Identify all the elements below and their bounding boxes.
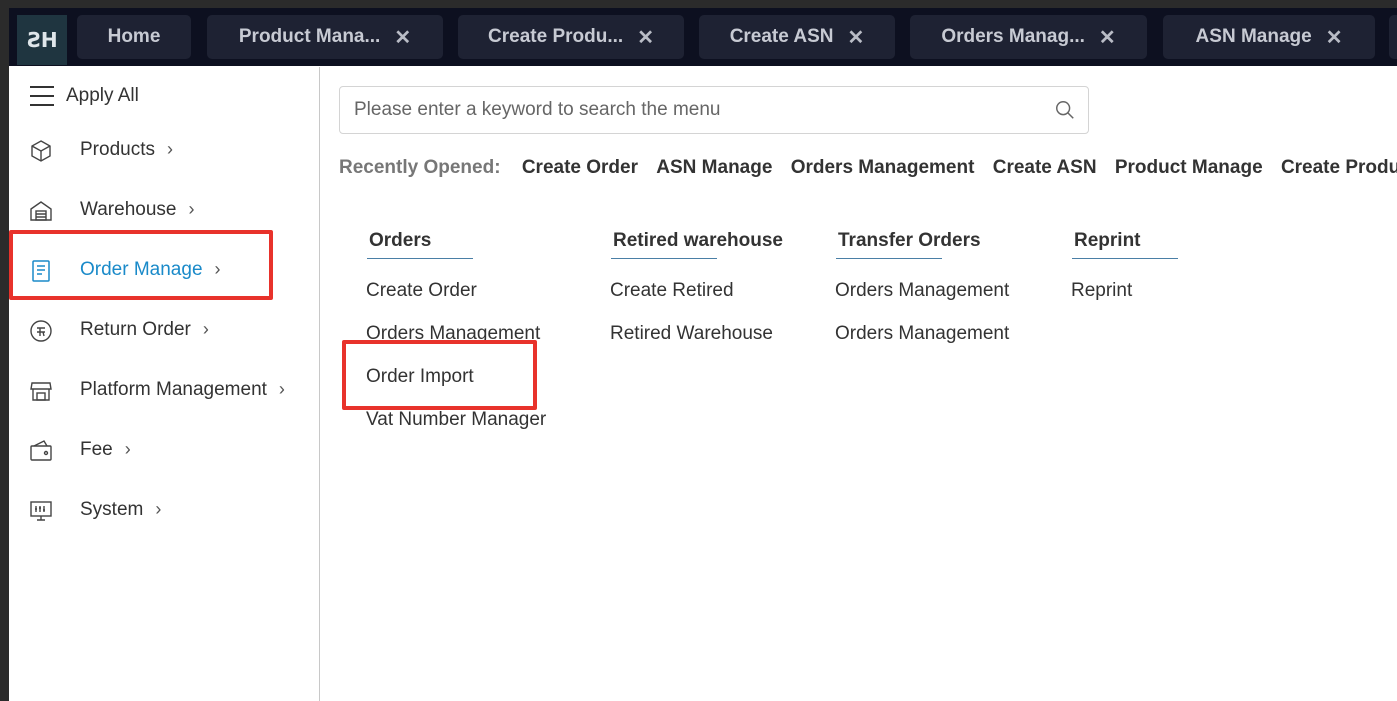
recent-link[interactable]: Orders Management	[791, 157, 975, 178]
tab-create-product[interactable]: Create Produ... ✕	[458, 15, 684, 59]
menu-group-reprint-title: Reprint	[1074, 230, 1141, 251]
sidebar-item-return-order[interactable]: Return Order ›	[9, 311, 319, 351]
menu-search-input[interactable]	[352, 87, 1036, 133]
close-icon[interactable]: ✕	[394, 25, 411, 50]
divider	[836, 258, 942, 259]
chevron-right-icon: ›	[166, 139, 173, 159]
store-icon	[30, 382, 52, 401]
sidebar-item-label: Warehouse	[80, 199, 177, 220]
menu-group-orders-title: Orders	[369, 230, 432, 251]
sidebar-item-label: Products	[80, 139, 155, 160]
close-icon[interactable]: ✕	[637, 25, 654, 50]
tab-label: Create ASN	[729, 26, 834, 47]
menu-link-reprint[interactable]: Reprint	[1071, 280, 1132, 302]
close-icon[interactable]: ✕	[1326, 25, 1343, 50]
menu-link-create-retired[interactable]: Create Retired	[610, 280, 734, 302]
warehouse-icon	[30, 201, 52, 221]
tab-overflow[interactable]	[1389, 15, 1397, 59]
recent-link[interactable]: Create Product	[1281, 157, 1397, 178]
recent-link[interactable]: ASN Manage	[656, 157, 772, 178]
sidebar-item-label: System	[80, 499, 144, 520]
chevron-right-icon: ›	[202, 319, 209, 339]
close-icon[interactable]: ✕	[1099, 25, 1116, 50]
sidebar-item-platform-management[interactable]: Platform Management ›	[9, 371, 319, 411]
chevron-right-icon: ›	[188, 199, 195, 219]
menu-link-transfer-orders-management[interactable]: Orders Management	[835, 280, 1009, 302]
close-icon[interactable]: ✕	[848, 25, 865, 50]
chevron-right-icon: ›	[155, 499, 162, 519]
sidebar-item-fee[interactable]: Fee ›	[9, 431, 319, 471]
sidebar-item-products[interactable]: Products ›	[9, 131, 319, 171]
sidebar-item-warehouse[interactable]: Warehouse ›	[9, 191, 319, 231]
tab-home[interactable]: Home	[77, 15, 191, 59]
search-icon[interactable]	[1054, 99, 1076, 121]
return-icon	[30, 320, 52, 342]
menu-link-retired-warehouse[interactable]: Retired Warehouse	[610, 323, 773, 345]
recent-link[interactable]: Product Manage	[1115, 157, 1263, 178]
tab-label: Create Produ...	[488, 26, 624, 47]
tab-orders-manage[interactable]: Orders Manag... ✕	[910, 15, 1147, 59]
chevron-right-icon: ›	[278, 379, 285, 399]
apply-all-button[interactable]: Apply All	[66, 85, 139, 107]
sidebar-item-label: Platform Management	[80, 379, 267, 400]
cube-icon	[31, 140, 51, 162]
monitor-icon	[30, 501, 52, 521]
tab-label: Orders Manag...	[941, 26, 1085, 47]
recent-link[interactable]: Create Order	[522, 157, 638, 178]
sidebar-item-system[interactable]: System ›	[9, 491, 319, 531]
tab-label: Product Mana...	[238, 26, 381, 47]
logo: ƧH	[17, 15, 67, 65]
sidebar-item-label: Return Order	[80, 319, 191, 340]
menu-link-vat-number-manager[interactable]: Vat Number Manager	[366, 409, 546, 431]
menu-group-transfer-orders-title: Transfer Orders	[838, 230, 981, 251]
tab-product-manage[interactable]: Product Mana... ✕	[207, 15, 443, 59]
tab-bar: ƧH Home Product Mana... ✕ Create Produ..…	[9, 8, 1397, 66]
wallet-icon	[30, 440, 52, 461]
tab-create-asn[interactable]: Create ASN ✕	[699, 15, 895, 59]
chevron-right-icon: ›	[124, 439, 131, 459]
menu-group-retired-warehouse-title: Retired warehouse	[613, 230, 783, 251]
highlight-order-import	[342, 340, 537, 410]
hamburger-menu-icon[interactable]	[30, 86, 54, 106]
menu-search-box	[339, 86, 1089, 134]
divider	[1072, 258, 1178, 259]
recently-opened: Recently Opened: Create Order ASN Manage…	[339, 157, 1397, 179]
sidebar-item-label: Fee	[80, 439, 113, 460]
menu-link-create-order[interactable]: Create Order	[366, 280, 477, 302]
app-window: ƧH Home Product Mana... ✕ Create Produ..…	[9, 8, 1397, 701]
tab-label: ASN Manage	[1195, 26, 1312, 47]
tab-label: Home	[107, 26, 161, 47]
tab-asn-manage[interactable]: ASN Manage ✕	[1163, 15, 1375, 59]
highlight-order-manage	[9, 230, 273, 300]
recently-opened-label: Recently Opened:	[339, 157, 501, 178]
recent-link[interactable]: Create ASN	[993, 157, 1097, 178]
menu-link-transfer-orders-management-2[interactable]: Orders Management	[835, 323, 1009, 345]
divider	[611, 258, 717, 259]
divider	[367, 258, 473, 259]
